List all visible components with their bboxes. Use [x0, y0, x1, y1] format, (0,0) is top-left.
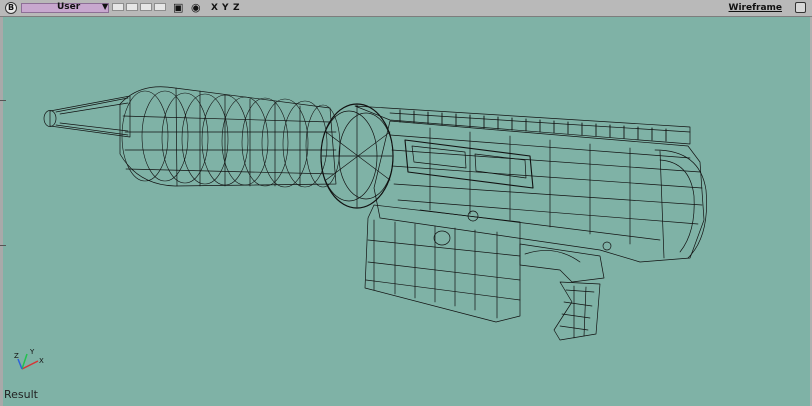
svg-text:X: X [39, 357, 44, 365]
svg-text:Z: Z [14, 352, 19, 360]
viewport[interactable]: B User ▼ ▣ ◉ X Y Z Wireframe Z Y X Resul… [0, 0, 812, 406]
svg-text:Y: Y [29, 348, 35, 356]
wireframe-model[interactable] [0, 0, 812, 406]
result-label: Result [4, 388, 38, 401]
axis-gizmo-icon: Z Y X [14, 347, 44, 377]
